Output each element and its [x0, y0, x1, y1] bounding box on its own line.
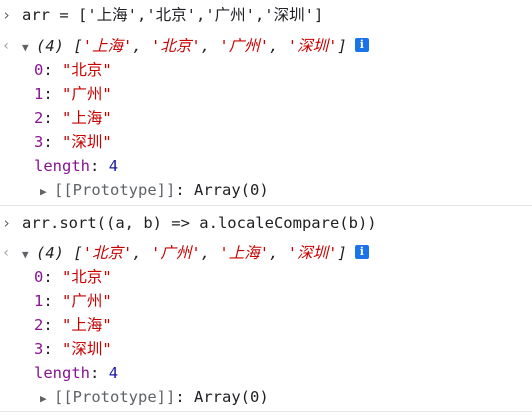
array-value: "广州"	[62, 85, 112, 103]
array-value: "北京"	[62, 61, 112, 79]
console-entry: › arr = ['上海','北京','广州','深圳'] ‹ ▼ (4) ['上…	[0, 0, 532, 205]
console-input-text[interactable]: arr.sort((a, b) => a.localeCompare(b))	[22, 211, 377, 235]
colon: :	[90, 364, 100, 382]
array-length-summary: (4)	[36, 244, 64, 262]
summary-item: '广州'	[151, 244, 201, 262]
triangle-right-icon[interactable]: ▶	[40, 387, 54, 411]
array-index: 3	[34, 340, 44, 358]
array-index: 1	[34, 85, 44, 103]
length-value: 4	[108, 157, 119, 175]
colon: :	[43, 61, 53, 79]
array-value: "北京"	[62, 268, 112, 286]
summary-item: '广州'	[219, 37, 270, 55]
array-length-row: length: 4	[34, 361, 118, 385]
input-prompt-chevron-right-icon: ›	[2, 214, 12, 232]
open-bracket: [	[73, 244, 83, 262]
array-item-row: 2: "上海"	[34, 313, 112, 337]
colon: :	[43, 268, 53, 286]
summary-item: '上海'	[219, 244, 270, 262]
colon: :	[43, 109, 53, 127]
comma: ,	[200, 37, 211, 55]
info-icon[interactable]: i	[354, 244, 369, 259]
array-index: 0	[34, 268, 44, 286]
colon: :	[43, 316, 53, 334]
open-bracket: [	[73, 37, 83, 55]
array-item-row: 0: "北京"	[34, 58, 112, 82]
array-length-row: length: 4	[34, 154, 118, 178]
colon: :	[175, 388, 185, 406]
array-index: 2	[34, 316, 44, 334]
summary-item: '深圳'	[287, 244, 338, 262]
info-icon[interactable]: i	[354, 37, 369, 52]
comma: ,	[132, 37, 142, 55]
array-item-row: 1: "广州"	[34, 82, 112, 106]
output-prompt-chevron-left-icon: ‹	[2, 245, 11, 261]
array-item-row: 3: "深圳"	[34, 130, 112, 154]
triangle-down-icon[interactable]: ▼	[22, 36, 36, 60]
console-separator	[0, 411, 532, 412]
comma: ,	[132, 244, 142, 262]
triangle-down-icon[interactable]: ▼	[22, 243, 36, 267]
array-index: 3	[34, 133, 44, 151]
comma: ,	[200, 244, 211, 262]
colon: :	[43, 133, 53, 151]
input-prompt-chevron-right-icon: ›	[2, 6, 12, 24]
array-length-summary: (4)	[36, 37, 64, 55]
comma: ,	[269, 244, 279, 262]
array-index: 2	[34, 109, 44, 127]
prototype-row[interactable]: ▶ [[Prototype]]: Array(0)	[40, 178, 269, 202]
prototype-key: [[Prototype]]	[54, 181, 176, 199]
length-key: length	[34, 157, 90, 175]
summary-item: '北京'	[151, 37, 201, 55]
array-item-row: 0: "北京"	[34, 265, 112, 289]
array-index: 1	[34, 292, 44, 310]
array-item-row: 1: "广州"	[34, 289, 112, 313]
prototype-value: Array(0)	[194, 181, 269, 199]
length-key: length	[34, 364, 90, 382]
output-prompt-chevron-left-icon: ‹	[2, 38, 11, 54]
array-value: "深圳"	[62, 133, 112, 151]
prototype-value: Array(0)	[194, 388, 269, 406]
close-bracket: ]	[337, 244, 347, 262]
colon: :	[175, 181, 185, 199]
array-value: "上海"	[62, 109, 112, 127]
array-index: 0	[34, 61, 44, 79]
array-item-row: 3: "深圳"	[34, 337, 112, 361]
colon: :	[43, 340, 53, 358]
console-input-text[interactable]: arr = ['上海','北京','广州','深圳']	[22, 3, 323, 27]
prototype-row[interactable]: ▶ [[Prototype]]: Array(0)	[40, 385, 269, 409]
summary-item: '上海'	[82, 37, 133, 55]
array-value: "上海"	[62, 316, 112, 334]
array-value: "广州"	[62, 292, 112, 310]
summary-item: '深圳'	[287, 37, 338, 55]
colon: :	[43, 85, 53, 103]
summary-item: '北京'	[82, 244, 133, 262]
comma: ,	[269, 37, 279, 55]
colon: :	[90, 157, 100, 175]
colon: :	[43, 292, 53, 310]
console-entry: › arr.sort((a, b) => a.localeCompare(b))…	[0, 206, 532, 417]
array-item-row: 2: "上海"	[34, 106, 112, 130]
length-value: 4	[108, 364, 119, 382]
prototype-key: [[Prototype]]	[54, 388, 176, 406]
close-bracket: ]	[337, 37, 347, 55]
triangle-right-icon[interactable]: ▶	[40, 180, 54, 204]
array-value: "深圳"	[62, 340, 112, 358]
